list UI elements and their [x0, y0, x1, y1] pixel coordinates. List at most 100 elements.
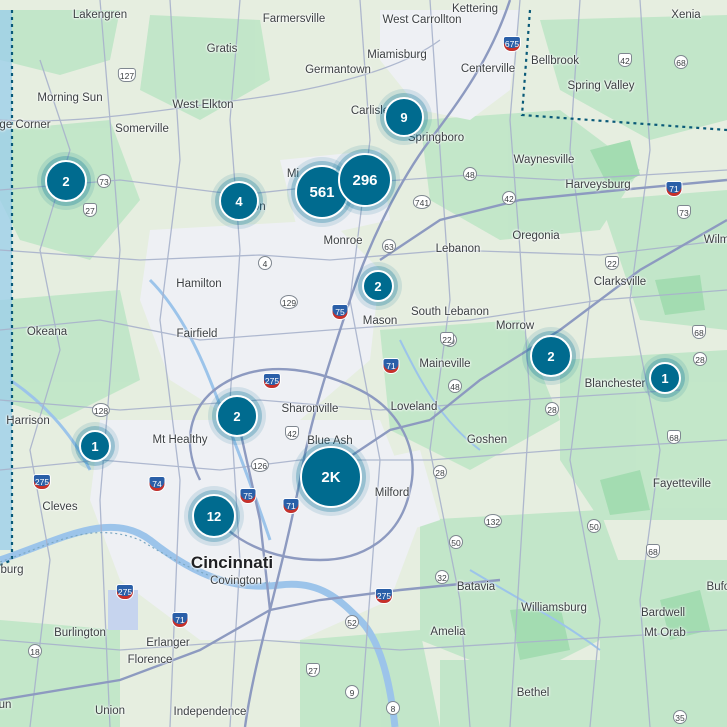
place-label: West Carrollton [382, 14, 462, 26]
interstate-shield-icon: 75 [239, 488, 257, 504]
place-label: Kettering [451, 3, 499, 15]
route-shield-icon: 68 [667, 430, 681, 444]
route-shield-icon: 42 [285, 426, 299, 440]
cluster-count: 2 [233, 408, 241, 424]
route-shield-icon: 50 [587, 519, 601, 533]
route-shield-icon: 52 [345, 615, 359, 629]
route-shield-icon: 42 [502, 191, 516, 205]
place-label: Miamisburg [367, 49, 427, 61]
route-shield-icon: 73 [97, 174, 111, 188]
place-label: Morrow [495, 320, 535, 332]
place-label: Lebanon [435, 243, 481, 255]
route-shield-icon: 28 [693, 352, 707, 366]
place-label: Batavia [456, 581, 496, 593]
interstate-shield-icon: 275 [374, 588, 394, 604]
place-label: Amelia [430, 626, 466, 638]
place-label: Bethel [516, 687, 550, 699]
place-label: Bardwell [640, 607, 686, 619]
route-shield-icon: 9 [345, 685, 359, 699]
place-label: Wilm [703, 234, 727, 246]
place-label: Goshen [466, 434, 508, 446]
place-label: Centerville [460, 63, 516, 75]
interstate-shield-icon: 74 [148, 476, 166, 492]
map-canvas[interactable]: Lakengren Farmersville West Carrollton Kett… [0, 0, 727, 727]
cluster-count: 9 [400, 109, 408, 125]
cluster-marker[interactable]: 1 [649, 362, 681, 394]
route-shield-icon: 63 [382, 239, 396, 253]
interstate-shield-icon: 275 [32, 474, 52, 490]
place-label: Morning Sun [37, 92, 103, 104]
cluster-marker[interactable]: 4 [219, 181, 259, 221]
route-shield-icon: 48 [463, 167, 477, 181]
interstate-shield-icon: 71 [282, 498, 300, 514]
place-label: Somerville [115, 123, 169, 135]
route-shield-icon: 48 [448, 379, 462, 393]
place-label: Bufo [706, 581, 727, 593]
place-label: Farmersville [262, 13, 326, 25]
cluster-marker[interactable]: 2 [216, 395, 258, 437]
place-label: Fairfield [176, 328, 218, 340]
place-label: Hamilton [176, 278, 222, 290]
place-label: Mason [362, 315, 398, 327]
cluster-count: 1 [661, 370, 669, 386]
route-shield-icon: 27 [83, 203, 97, 217]
route-shield-icon: 22 [605, 256, 619, 270]
route-shield-icon: 128 [91, 403, 111, 417]
place-label: Union [94, 705, 126, 717]
place-label: South Lebanon [410, 306, 490, 318]
place-label: Mt Healthy [152, 434, 208, 446]
place-label: Germantown [305, 64, 371, 76]
place-label: Clarksville [593, 276, 647, 288]
place-label: Okeana [26, 326, 68, 338]
cluster-marker[interactable]: 2K [300, 446, 362, 508]
place-label: Loveland [390, 401, 438, 413]
route-shield-icon: 68 [646, 544, 660, 558]
place-label: Gratis [206, 43, 238, 55]
route-shield-icon: 132 [483, 514, 503, 528]
route-shield-icon: 35 [673, 710, 687, 724]
route-shield-icon: 50 [449, 535, 463, 549]
cluster-count: 4 [235, 193, 243, 209]
cluster-count: 2 [62, 173, 70, 189]
interstate-shield-icon: 71 [171, 612, 189, 628]
cluster-marker[interactable]: 2 [530, 335, 572, 377]
interstate-shield-icon: 71 [665, 181, 683, 197]
place-label: Spring Valley [567, 80, 635, 92]
cluster-marker[interactable]: 2 [45, 160, 87, 202]
route-shield-icon: 28 [545, 402, 559, 416]
route-shield-icon: 42 [618, 53, 632, 67]
place-label: Fayetteville [652, 478, 712, 490]
place-label: un [0, 699, 12, 711]
place-label: Springboro [407, 132, 465, 144]
route-shield-icon: 8 [386, 701, 400, 715]
route-shield-icon: 127 [117, 68, 137, 82]
place-label: Harveysburg [565, 179, 631, 191]
place-label: Covington [210, 575, 262, 587]
cluster-count: 296 [352, 171, 378, 189]
place-label: Cincinnati [190, 553, 274, 572]
place-label: Sharonville [281, 403, 339, 415]
cluster-marker[interactable]: 12 [192, 494, 236, 538]
cluster-marker[interactable]: 2 [362, 270, 394, 302]
cluster-marker[interactable]: 1 [79, 430, 111, 462]
place-label: Harrison [6, 415, 50, 427]
place-label: burg [0, 564, 24, 576]
place-label: Florence [127, 654, 173, 666]
cluster-count: 2 [374, 278, 382, 294]
place-label: Blanchester [584, 378, 646, 390]
interstate-shield-icon: 275 [115, 584, 135, 600]
place-label: Williamsburg [521, 602, 587, 614]
interstate-shield-icon: 675 [502, 36, 522, 52]
route-shield-icon: 741 [412, 195, 432, 209]
route-shield-icon: 28 [433, 465, 447, 479]
route-shield-icon: 68 [692, 325, 706, 339]
cluster-marker[interactable]: 9 [384, 97, 424, 137]
route-shield-icon: 73 [677, 205, 691, 219]
route-shield-icon: 129 [279, 295, 299, 309]
place-label: Erlanger [146, 637, 190, 649]
place-label: Maineville [419, 358, 471, 370]
cluster-marker[interactable]: 296 [338, 153, 392, 207]
place-label: Xenia [671, 9, 701, 21]
route-shield-icon: 4 [258, 256, 272, 270]
place-label: Bellbrook [531, 55, 579, 67]
